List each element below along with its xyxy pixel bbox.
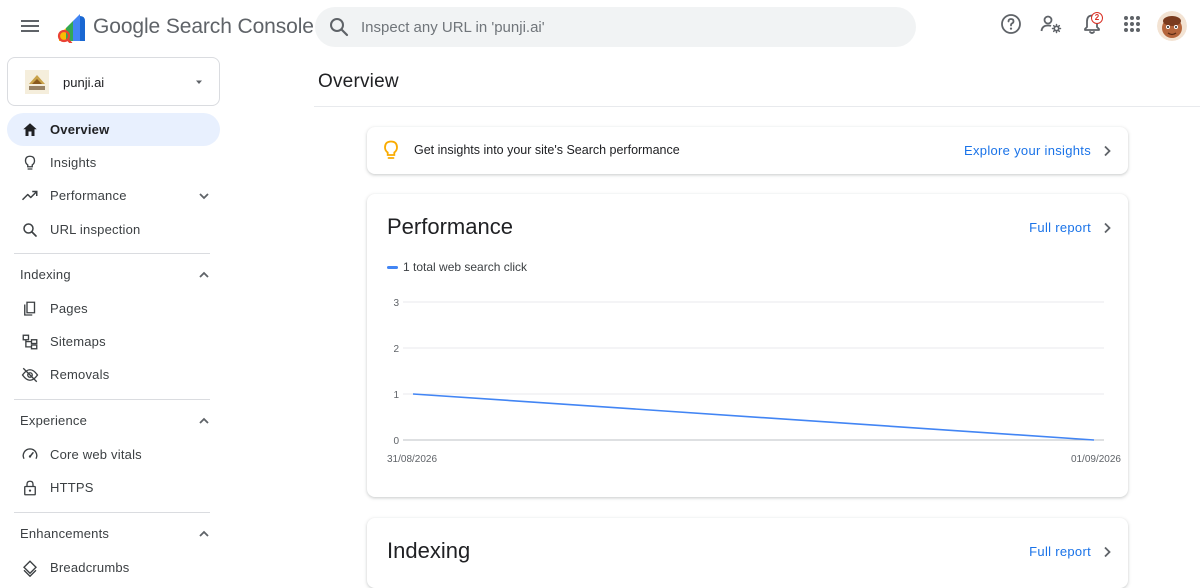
- notification-count-badge: 2: [1091, 12, 1103, 24]
- sidebar-item-sitemaps[interactable]: Sitemaps: [7, 325, 220, 358]
- title-divider: [314, 106, 1200, 107]
- product-name: Google Search Console: [93, 15, 314, 38]
- pages-icon: [24, 301, 36, 316]
- section-header-enhancements[interactable]: Enhancements: [7, 519, 220, 549]
- page-title: Overview: [318, 71, 399, 92]
- lightbulb-icon: [24, 155, 36, 170]
- sidebar-item-label: Removals: [50, 367, 110, 382]
- sidebar-nav: punji.ai Overview Insights Performance U…: [0, 56, 228, 577]
- x-tick-label: 31/08/2026: [387, 454, 437, 465]
- sitemap-icon: [22, 334, 38, 350]
- y-tick-label: 1: [393, 390, 399, 401]
- search-icon: [23, 223, 37, 237]
- sidebar-divider: [14, 512, 210, 513]
- sidebar-item-performance[interactable]: Performance: [7, 179, 220, 212]
- chevron-up-icon: [199, 530, 209, 537]
- sidebar-item-label: Pages: [50, 301, 88, 316]
- sidebar-item-core-web-vitals[interactable]: Core web vitals: [7, 438, 220, 471]
- trending-up-icon: [21, 190, 38, 201]
- speed-icon: [22, 448, 38, 460]
- sidebar-item-https[interactable]: HTTPS: [7, 471, 220, 504]
- sidebar-divider: [14, 399, 210, 400]
- y-tick-label: 0: [393, 436, 399, 447]
- sidebar-divider: [14, 253, 210, 254]
- y-tick-label: 3: [393, 298, 399, 309]
- diamond-icon: [23, 560, 37, 577]
- chevron-up-icon: [199, 417, 209, 424]
- section-header-indexing[interactable]: Indexing: [7, 260, 220, 290]
- sidebar-item-pages[interactable]: Pages: [7, 292, 220, 325]
- account-avatar[interactable]: [1157, 11, 1187, 41]
- sidebar-item-label: Performance: [50, 188, 127, 203]
- chevron-right-icon: [1104, 546, 1111, 557]
- sidebar-item-label: HTTPS: [50, 480, 94, 495]
- indexing-card-title: Indexing: [387, 538, 471, 563]
- sidebar-item-label: Core web vitals: [50, 447, 142, 462]
- sidebar-item-removals[interactable]: Removals: [7, 358, 220, 391]
- url-inspect-search-bar[interactable]: [315, 7, 916, 47]
- chevron-up-icon: [199, 271, 209, 278]
- menu-icon: [21, 20, 39, 32]
- top-app-bar: Google Search Console 2: [0, 0, 1200, 56]
- property-selector[interactable]: punji.ai: [7, 57, 220, 106]
- sidebar-item-label: URL inspection: [50, 222, 141, 237]
- main-content: Overview Get insights into your site's S…: [228, 56, 1200, 588]
- search-icon: [330, 18, 349, 37]
- search-console-logo: [57, 14, 85, 43]
- sidebar-item-label: Breadcrumbs: [50, 560, 130, 575]
- main-menu-button[interactable]: [12, 8, 48, 44]
- property-name: punji.ai: [63, 75, 105, 90]
- visibility-off-icon: [21, 367, 39, 383]
- indexing-card: Indexing Full report: [367, 518, 1128, 588]
- chevron-down-icon: [199, 193, 209, 200]
- caret-down-icon: [196, 80, 202, 84]
- section-title: Indexing: [20, 267, 71, 282]
- x-tick-label: 01/09/2026: [1071, 454, 1121, 465]
- section-header-experience[interactable]: Experience: [7, 406, 220, 436]
- insights-text: Get insights into your site's Search per…: [414, 143, 680, 157]
- chevron-right-icon: [1104, 145, 1111, 156]
- sidebar-item-breadcrumbs[interactable]: Breadcrumbs: [7, 551, 220, 584]
- y-tick-label: 2: [393, 344, 399, 355]
- lightbulb-icon: [384, 140, 398, 159]
- series-line: [412, 393, 1095, 441]
- home-icon: [23, 123, 37, 136]
- sidebar-item-label: Sitemaps: [50, 334, 106, 349]
- indexing-full-report-link[interactable]: Full report: [1029, 544, 1114, 559]
- explore-insights-link[interactable]: Explore your insights: [964, 143, 1114, 158]
- manage-accounts-icon[interactable]: [1039, 12, 1063, 36]
- performance-chart: 0 1 2 3 31/08/2026 01/09/2026: [387, 298, 1121, 465]
- link-label: Explore your insights: [964, 143, 1091, 158]
- section-title: Enhancements: [20, 526, 110, 541]
- performance-card: Performance Full report 1 total web sear…: [367, 194, 1128, 497]
- link-label: Full report: [1029, 544, 1091, 559]
- section-title: Experience: [20, 413, 88, 428]
- apps-grid-icon[interactable]: [1120, 12, 1144, 36]
- sidebar-item-label: Overview: [50, 122, 110, 137]
- sidebar-item-overview[interactable]: Overview: [7, 113, 220, 146]
- property-logo-icon: [25, 70, 49, 94]
- help-icon[interactable]: [999, 12, 1023, 36]
- sidebar-item-insights[interactable]: Insights: [7, 146, 220, 179]
- insights-card: Get insights into your site's Search per…: [367, 127, 1128, 174]
- url-inspect-input[interactable]: [361, 7, 901, 47]
- sidebar-item-label: Insights: [50, 155, 97, 170]
- sidebar-item-url-inspection[interactable]: URL inspection: [7, 213, 220, 246]
- lock-icon: [24, 480, 36, 496]
